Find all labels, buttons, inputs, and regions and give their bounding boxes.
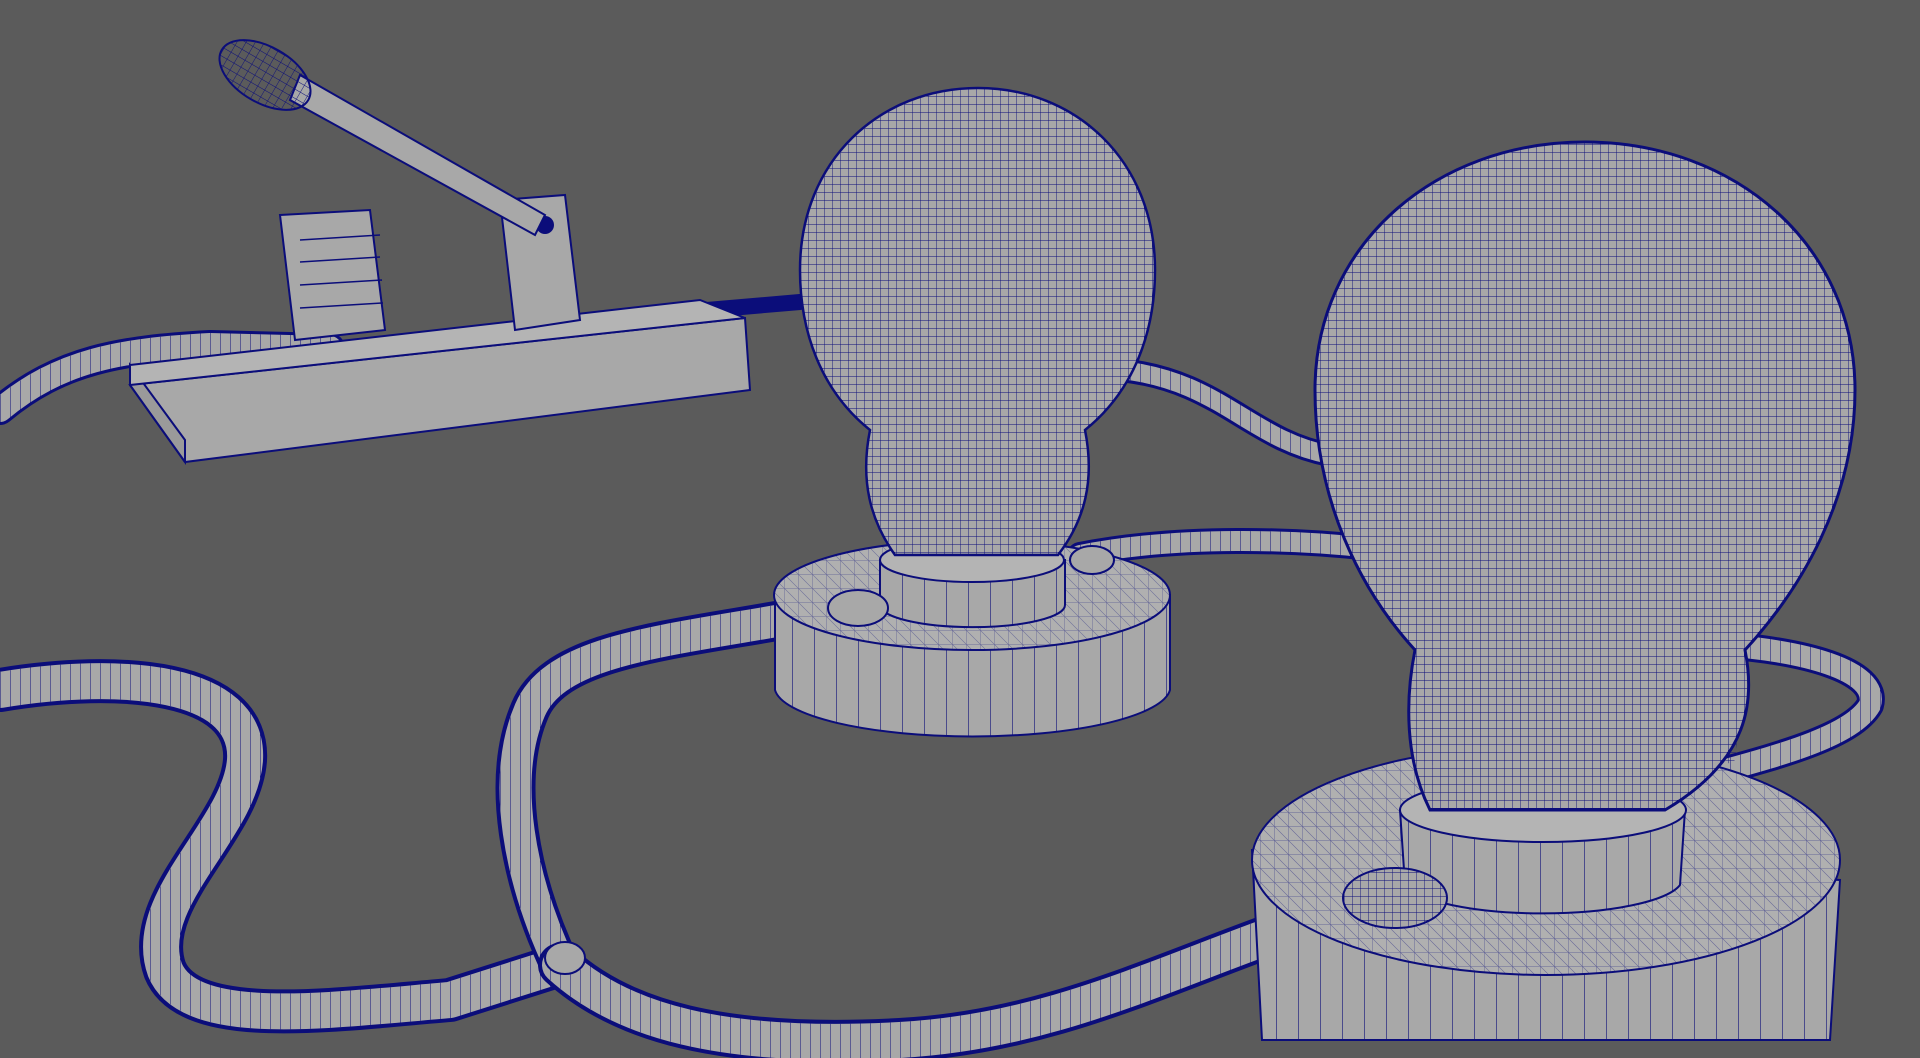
knife-switch[interactable] <box>128 26 752 466</box>
light-bulb-front[interactable] <box>1313 140 1857 812</box>
viewport-scene[interactable] <box>0 0 1920 1058</box>
light-bulb-back[interactable] <box>798 86 1157 557</box>
3d-viewport[interactable] <box>0 0 1920 1058</box>
